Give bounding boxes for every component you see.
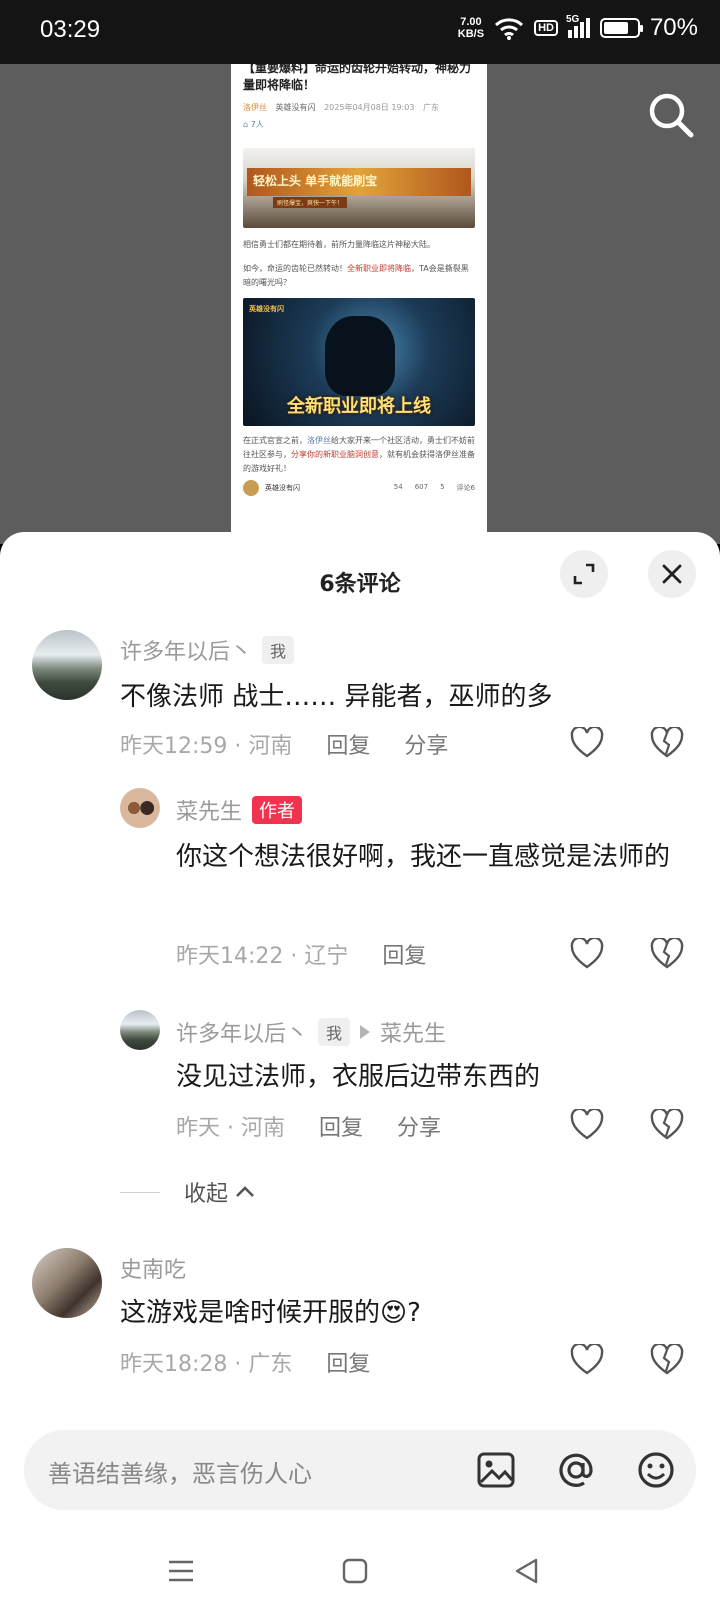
signal-icon: 5G	[566, 14, 590, 38]
comment-username[interactable]: 菜先生 作者	[176, 794, 303, 826]
avatar[interactable]	[32, 1248, 102, 1318]
comment-username[interactable]: 许多年以后丶 我 菜先生	[176, 1016, 446, 1048]
reply-arrow-icon	[360, 1025, 371, 1039]
comment-stat: 评论6	[456, 484, 475, 492]
me-tag: 我	[318, 1018, 351, 1046]
close-icon	[662, 564, 682, 584]
reply-button[interactable]: 回复	[319, 1110, 363, 1142]
menu-icon[interactable]	[166, 1556, 196, 1586]
battery-percent: 70%	[649, 14, 698, 41]
comment-input-bar[interactable]: 善语结善缘，恶言伤人心	[24, 1430, 696, 1510]
comment-meta: 昨天12:59 · 河南 回复 分享	[120, 728, 448, 760]
emoji-icon[interactable]	[636, 1450, 676, 1490]
article-meta: 洛伊丝 英雄没有闪 2025年04月08日 19:03 广东	[243, 103, 439, 112]
heart-stat: 5	[440, 483, 445, 491]
comment-username[interactable]: 许多年以后丶 我	[120, 634, 295, 666]
author-tag: 作者	[252, 796, 303, 824]
article-banner-image: 轻松上头 单手就能刷宝 刷怪爆宝，爽快一下午！	[243, 148, 475, 228]
broken-heart-icon[interactable]	[650, 938, 684, 970]
reply-to-user[interactable]: 菜先生	[380, 1016, 446, 1048]
search-icon[interactable]	[646, 90, 696, 140]
share-stat: 607	[414, 483, 429, 491]
comment-text: 不像法师 战士…… 异能者，巫师的多	[120, 682, 553, 712]
comment-username[interactable]: 史南吃	[120, 1252, 186, 1284]
system-nav-bar	[0, 1530, 720, 1612]
comment-text: 没见过法师，衣服后边带东西的	[176, 1062, 541, 1092]
image-icon[interactable]	[476, 1450, 516, 1490]
chevron-up-icon	[236, 1186, 254, 1197]
comments-count-title: 6条评论	[319, 572, 401, 597]
reply-button[interactable]: 回复	[326, 728, 370, 760]
avatar	[243, 480, 259, 496]
heart-icon[interactable]	[570, 727, 604, 759]
broken-heart-icon[interactable]	[650, 727, 684, 759]
comment-meta: 昨天18:28 · 广东 回复	[120, 1346, 370, 1378]
home-icon[interactable]	[340, 1556, 370, 1586]
wifi-icon	[495, 18, 524, 40]
comment-meta: 昨天 · 河南 回复 分享	[176, 1110, 441, 1142]
back-icon[interactable]	[512, 1556, 542, 1586]
avatar[interactable]	[32, 630, 102, 700]
close-button[interactable]	[648, 550, 696, 598]
at-icon[interactable]	[556, 1450, 596, 1490]
battery-icon	[599, 18, 643, 38]
avatar[interactable]	[120, 1010, 160, 1050]
article-preview[interactable]: 【重要爆料】命运的齿轮开始转动，神秘力量即将降临！ 洛伊丝 英雄没有闪 2025…	[231, 64, 487, 534]
share-button[interactable]: 分享	[397, 1110, 441, 1142]
collapse-replies-button[interactable]: 收起	[120, 1176, 256, 1208]
me-tag: 我	[262, 636, 295, 664]
expand-button[interactable]	[560, 550, 608, 598]
expand-icon	[573, 563, 595, 585]
heart-icon[interactable]	[570, 1344, 604, 1376]
comment-meta: 昨天14:22 · 辽宁 回复	[176, 938, 426, 970]
broken-heart-icon[interactable]	[650, 1344, 684, 1376]
share-button[interactable]: 分享	[404, 728, 448, 760]
heart-icon[interactable]	[570, 938, 604, 970]
article-title: 【重要爆料】命运的齿轮开始转动，神秘力量即将降临！	[243, 64, 472, 92]
article-paragraph: 如今，命运的齿轮已然转动！全新职业即将降临，TA会是撕裂黑暗的曙光吗？	[243, 264, 469, 287]
reply-button[interactable]: 回复	[326, 1346, 370, 1378]
broken-heart-icon[interactable]	[650, 1109, 684, 1141]
article-promo-image: 英雄没有闪 全新职业即将上线	[243, 298, 475, 426]
heart-icon[interactable]	[570, 1109, 604, 1141]
avatar[interactable]	[120, 788, 160, 828]
status-icons: 7.00 KB/S HD 5G 70%	[458, 14, 698, 42]
reply-button[interactable]: 回复	[382, 938, 426, 970]
hd-badge: HD	[534, 20, 558, 36]
comment-input[interactable]: 善语结善缘，恶言伤人心	[48, 1454, 312, 1489]
article-paragraph: 相信勇士们都在期待着，前所力量降临这片神秘大陆。	[243, 240, 435, 249]
divider	[120, 1191, 160, 1193]
comment-text: 你这个想法很好啊，我还一直感觉是法师的	[176, 842, 671, 872]
like-stat: 54	[393, 483, 403, 491]
comment-text: 这游戏是啥时候开服的😍?	[120, 1298, 421, 1328]
network-type: 5G	[565, 14, 580, 25]
status-bar: 03:29 7.00 KB/S HD 5G 70%	[0, 0, 720, 64]
article-paragraph: 在正式官宣之前，洛伊丝给大家开来一个社区活动，勇士们不妨前往社区参与，分享你的新…	[243, 436, 475, 473]
clock: 03:29	[40, 16, 101, 43]
article-views: ⌂ 7人	[243, 120, 264, 129]
article-footer: 英雄没有闪 54 607 5 评论6	[243, 480, 475, 496]
network-speed: 7.00 KB/S	[457, 16, 485, 40]
